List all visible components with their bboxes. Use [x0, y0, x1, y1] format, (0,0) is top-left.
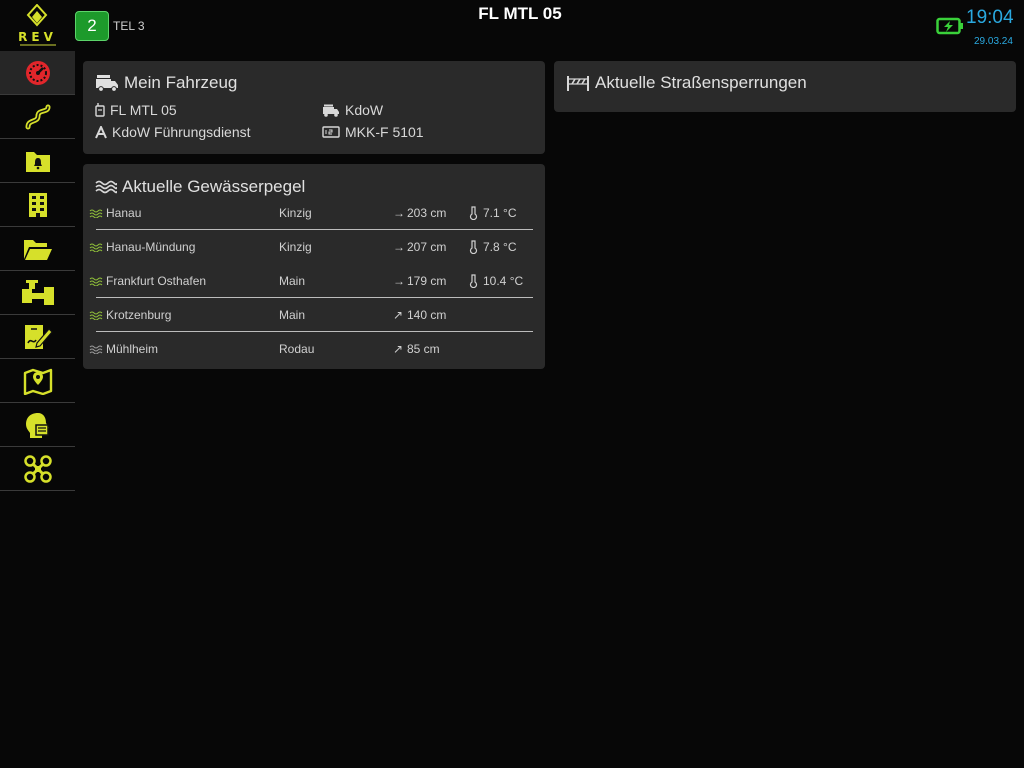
trend-arrow: →: [393, 240, 405, 254]
sidebar-item-drone[interactable]: [0, 447, 75, 491]
sidebar: REV: [0, 0, 75, 768]
dashboard-icon: [25, 60, 50, 85]
trend-arrow: →: [393, 274, 405, 288]
road-closures-card-title-text: Aktuelle Straßensperrungen: [595, 73, 807, 92]
page-title: FL MTL 05: [478, 4, 562, 23]
sidebar-item-route[interactable]: [0, 95, 75, 139]
river-name: Kinzig: [279, 206, 312, 220]
water-level: 179 cm: [407, 274, 447, 288]
river-name: Main: [279, 274, 306, 288]
water-level: 207 cm: [407, 240, 447, 254]
vehicle-card-title-text: Mein Fahrzeug: [124, 73, 238, 92]
road-closures-card-title: Aktuelle Straßensperrungen: [566, 73, 807, 93]
sidebar-item-dashboard[interactable]: [0, 51, 75, 95]
water-level-card-title: Aktuelle Gewässerpegel: [95, 177, 305, 197]
station-name: Hanau: [106, 206, 142, 220]
road-closures-card: Aktuelle Straßensperrungen: [554, 61, 1016, 112]
river-name: Rodau: [279, 342, 315, 356]
vehicle-card: Mein Fahrzeug FL MTL 05 KdoW KdoW Führun…: [83, 61, 545, 154]
vehicle-plate: MKK-F 5101: [322, 124, 424, 140]
water-gauge-icon: [89, 311, 103, 320]
water-level-card: Aktuelle Gewässerpegel Hanau Kinzig → 20…: [83, 164, 545, 369]
fire-truck-icon: [96, 75, 118, 92]
logo-emblem-icon: [26, 4, 48, 27]
water-level: 140 cm: [407, 308, 447, 322]
vehicle-radio-name: FL MTL 05: [95, 102, 177, 118]
river-name: Main: [279, 308, 306, 322]
water-temperature: 10.4 °C: [483, 274, 524, 288]
logo-text: REV: [18, 30, 57, 44]
drone-icon: [23, 454, 52, 483]
license-plate-icon: [322, 126, 340, 138]
sidebar-item-alarm-folder[interactable]: [0, 139, 75, 183]
water-temperature: 7.8 °C: [483, 240, 517, 254]
sidebar-item-person[interactable]: [0, 403, 75, 447]
edit-document-icon: [24, 324, 53, 349]
open-folder-icon: [23, 239, 52, 260]
person-icon: [25, 412, 49, 438]
thermometer-icon: [469, 240, 478, 254]
vehicle-type: KdoW: [322, 102, 383, 118]
water-waves-icon: [95, 180, 117, 194]
sidebar-item-edit-document[interactable]: [0, 315, 75, 359]
station-name: Mühlheim: [106, 342, 159, 356]
trend-arrow: ↗: [393, 342, 404, 356]
sidebar-nav: [0, 51, 75, 491]
water-level: 85 cm: [407, 342, 440, 356]
date: 29.03.24: [974, 36, 1013, 47]
station-name: Hanau-Mündung: [106, 240, 196, 254]
alarm-folder-icon: [25, 151, 50, 172]
water-level-row[interactable]: Mühlheim Rodau ↗ 85 cm: [89, 332, 536, 366]
map-icon: [23, 368, 52, 395]
water-level-row[interactable]: Hanau-Mündung Kinzig → 207 cm 7.8 °C: [89, 230, 536, 264]
thermometer-icon: [469, 206, 478, 220]
water-level-row[interactable]: Hanau Kinzig → 203 cm 7.1 °C: [89, 196, 536, 230]
water-gauge-icon: [89, 345, 103, 354]
function-icon: [95, 125, 107, 138]
vehicle-card-title: Mein Fahrzeug: [95, 73, 237, 93]
vehicle-type-icon: [323, 104, 339, 117]
station-name: Frankfurt Osthafen: [106, 274, 207, 288]
trend-arrow: →: [393, 206, 405, 220]
route-icon: [25, 104, 50, 129]
river-name: Kinzig: [279, 240, 312, 254]
sidebar-item-building[interactable]: [0, 183, 75, 227]
water-temperature: 7.1 °C: [483, 206, 517, 220]
notification-badge[interactable]: 2: [75, 11, 109, 41]
vehicle-function: KdoW Führungsdienst: [95, 124, 251, 140]
water-level-card-title-text: Aktuelle Gewässerpegel: [122, 177, 306, 196]
sidebar-item-hydrant[interactable]: [0, 271, 75, 315]
sidebar-item-open-folder[interactable]: [0, 227, 75, 271]
water-level-row[interactable]: Frankfurt Osthafen Main → 179 cm 10.4 °C: [89, 264, 536, 298]
trend-arrow: ↗: [393, 308, 404, 322]
water-level-row[interactable]: Krotzenburg Main ↗ 140 cm: [89, 298, 536, 332]
hydrant-icon: [21, 279, 54, 305]
battery-charging-icon: [936, 17, 963, 35]
station-name: Krotzenburg: [106, 308, 172, 322]
road-barrier-icon: [567, 76, 589, 91]
water-gauge-icon: [89, 277, 103, 286]
building-icon: [28, 192, 47, 217]
water-gauge-icon: [89, 243, 103, 252]
tel-label: TEL 3: [113, 19, 145, 33]
sidebar-item-map[interactable]: [0, 359, 75, 403]
clock: 19:04: [966, 7, 1014, 28]
water-level: 203 cm: [407, 206, 447, 220]
radio-icon: [95, 103, 105, 117]
rev-logo: REV: [0, 0, 75, 50]
water-gauge-icon: [89, 209, 103, 218]
thermometer-icon: [469, 274, 478, 288]
